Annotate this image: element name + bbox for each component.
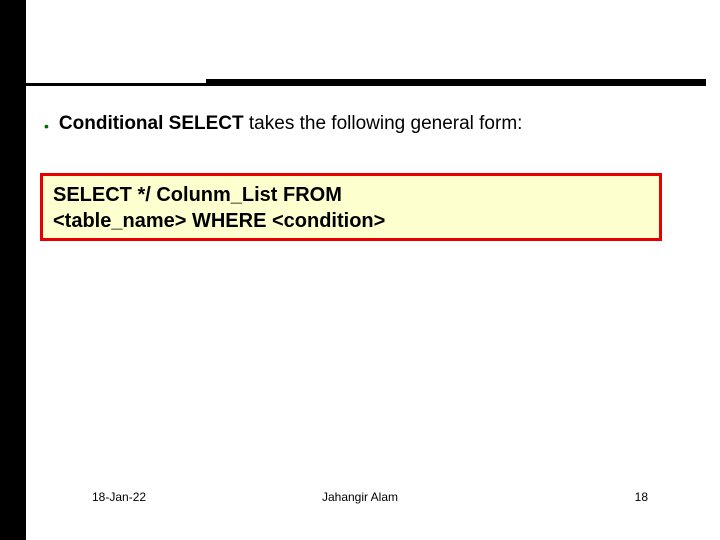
left-stripe xyxy=(0,0,26,540)
bullet-text: Conditional SELECT takes the following g… xyxy=(59,111,664,137)
code-box: SELECT */ Colunm_List FROM <table_name> … xyxy=(40,173,662,241)
code-line-1: SELECT */ Colunm_List FROM xyxy=(53,182,649,208)
bullet-bold: Conditional SELECT xyxy=(59,113,244,134)
slide: • Conditional SELECT takes the following… xyxy=(0,0,720,540)
divider-main xyxy=(206,79,706,86)
footer-author: Jahangir Alam xyxy=(0,490,720,504)
divider-top xyxy=(26,83,206,86)
bullet-icon: • xyxy=(44,113,49,139)
code-line-2: <table_name> WHERE <condition> xyxy=(53,208,649,234)
bullet-rest: takes the following general form: xyxy=(244,113,523,134)
footer: 18-Jan-22 Jahangir Alam 18 xyxy=(0,488,720,504)
footer-page: 18 xyxy=(635,490,648,504)
bullet-item: • Conditional SELECT takes the following… xyxy=(44,111,664,139)
